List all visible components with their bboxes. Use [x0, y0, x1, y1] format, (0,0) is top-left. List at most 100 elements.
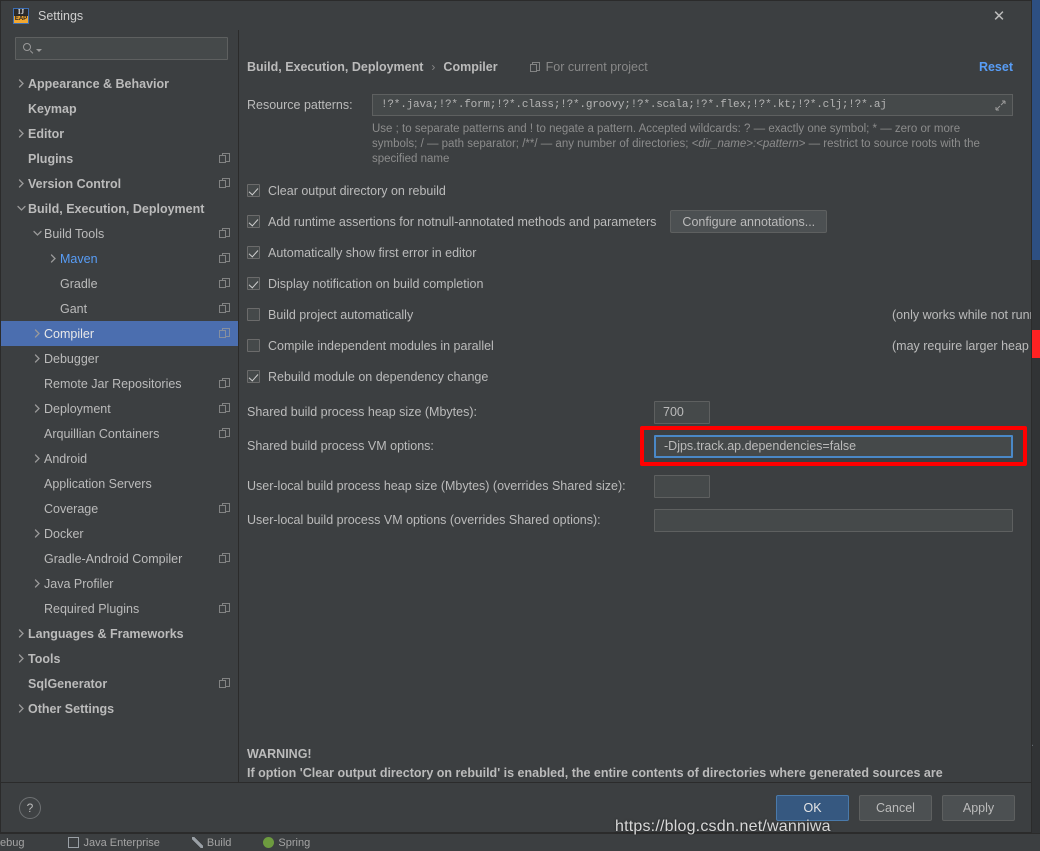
chevron-right-icon[interactable]: [47, 254, 60, 263]
help-icon[interactable]: ?: [19, 796, 41, 819]
checkbox-add-runtime-assertions-for-notnull-annotated-methods-and-parameters[interactable]: [247, 215, 260, 228]
checkbox-automatically-show-first-error-in-editor[interactable]: [247, 246, 260, 259]
sidebar-item-compiler[interactable]: Compiler: [1, 321, 238, 346]
sidebar-item-version-control[interactable]: Version Control: [1, 171, 238, 196]
sidebar-item-plugins[interactable]: Plugins: [1, 146, 238, 171]
search-input[interactable]: [42, 40, 221, 57]
breadcrumb-current: Compiler: [443, 60, 498, 74]
input-user-local-build-process-heap-size-mbytes-overri[interactable]: [661, 478, 703, 494]
chevron-right-icon[interactable]: [15, 704, 28, 713]
chevron-down-icon[interactable]: [15, 205, 28, 212]
input-shared-build-process-vm-options[interactable]: [662, 438, 1005, 454]
close-icon[interactable]: ✕: [981, 1, 1017, 30]
checkbox-build-project-automatically[interactable]: [247, 308, 260, 321]
sidebar-item-build-execution-deployment[interactable]: Build, Execution, Deployment: [1, 196, 238, 221]
apply-button[interactable]: Apply: [942, 794, 1015, 821]
field-row-user-local-build-process-vm-options-overrides-sh: User-local build process VM options (ove…: [247, 508, 1013, 532]
search-box[interactable]: [15, 37, 228, 60]
build-process-fields: Shared build process heap size (Mbytes):…: [247, 400, 1027, 532]
checkbox-label[interactable]: Clear output directory on rebuild: [268, 184, 446, 198]
checkbox-label[interactable]: Add runtime assertions for notnull-annot…: [268, 215, 656, 229]
chevron-right-icon[interactable]: [15, 179, 28, 188]
sidebar-item-maven[interactable]: Maven: [1, 246, 238, 271]
checkbox-compile-independent-modules-in-parallel[interactable]: [247, 339, 260, 352]
sidebar-item-coverage[interactable]: Coverage: [1, 496, 238, 521]
sidebar-item-appearance-behavior[interactable]: Appearance & Behavior: [1, 71, 238, 96]
warning-block: WARNING! If option 'Clear output directo…: [247, 745, 1007, 782]
chevron-right-icon[interactable]: [15, 654, 28, 663]
breadcrumb-parent[interactable]: Build, Execution, Deployment: [247, 60, 423, 74]
chevron-down-icon[interactable]: [31, 230, 44, 237]
chevron-right-icon[interactable]: [15, 79, 28, 88]
checkbox-label[interactable]: Automatically show first error in editor: [268, 246, 476, 260]
chevron-right-icon[interactable]: [31, 454, 44, 463]
sidebar-item-label: Plugins: [28, 151, 74, 166]
resource-patterns-input[interactable]: [379, 98, 995, 112]
checkbox-rebuild-module-on-dependency-change[interactable]: [247, 370, 260, 383]
input-user-local-build-process-vm-options-overrides-sh[interactable]: [661, 512, 1006, 528]
chevron-right-icon[interactable]: [31, 404, 44, 413]
sidebar-item-label: Keymap: [28, 101, 77, 116]
reset-link[interactable]: Reset: [979, 60, 1013, 74]
chevron-right-icon[interactable]: [31, 329, 44, 338]
checkbox-label[interactable]: Build project automatically: [268, 308, 413, 322]
scope-indicator: For current project: [529, 60, 648, 74]
sidebar-item-label: Tools: [28, 651, 61, 666]
textfield-shared-build-process-heap-size-mbytes[interactable]: [654, 400, 710, 424]
sidebar-item-editor[interactable]: Editor: [1, 121, 238, 146]
sidebar-item-label: Required Plugins: [44, 601, 140, 616]
sidebar-item-java-profiler[interactable]: Java Profiler: [1, 571, 238, 596]
breadcrumb: Build, Execution, Deployment › Compiler …: [247, 60, 1013, 74]
configure-annotations-button[interactable]: Configure annotations...: [670, 210, 828, 233]
sidebar-item-keymap[interactable]: Keymap: [1, 96, 238, 121]
sidebar-item-other-settings[interactable]: Other Settings: [1, 696, 238, 721]
textfield-shared-build-process-vm-options[interactable]: [654, 434, 1013, 458]
chevron-right-icon[interactable]: [31, 354, 44, 363]
taskbar-item-debug[interactable]: ebug: [0, 837, 24, 849]
chevron-right-icon[interactable]: [31, 579, 44, 588]
cancel-button[interactable]: Cancel: [859, 794, 932, 821]
sidebar-item-build-tools[interactable]: Build Tools: [1, 221, 238, 246]
sidebar-item-application-servers[interactable]: Application Servers: [1, 471, 238, 496]
field-label: User-local build process VM options (ove…: [247, 513, 601, 527]
checkbox-label[interactable]: Compile independent modules in parallel: [268, 339, 494, 353]
checkbox-label[interactable]: Rebuild module on dependency change: [268, 370, 488, 384]
chevron-right-icon[interactable]: [15, 629, 28, 638]
sidebar-item-tools[interactable]: Tools: [1, 646, 238, 671]
ok-button[interactable]: OK: [776, 794, 849, 821]
sidebar-item-android[interactable]: Android: [1, 446, 238, 471]
sidebar-item-remote-jar-repositories[interactable]: Remote Jar Repositories: [1, 371, 238, 396]
taskbar-item-build[interactable]: Build: [191, 837, 231, 849]
field-label: Shared build process VM options:: [247, 439, 434, 453]
sidebar-item-label: Application Servers: [44, 476, 152, 491]
sidebar-item-debugger[interactable]: Debugger: [1, 346, 238, 371]
spring-icon: [263, 837, 275, 848]
field-label: User-local build process heap size (Mbyt…: [247, 479, 626, 493]
sidebar-item-languages-frameworks[interactable]: Languages & Frameworks: [1, 621, 238, 646]
input-shared-build-process-heap-size-mbytes[interactable]: [661, 404, 703, 420]
resource-patterns-field[interactable]: [372, 94, 1013, 116]
chevron-right-icon[interactable]: [15, 129, 28, 138]
chevron-right-icon[interactable]: [31, 529, 44, 538]
checkbox-display-notification-on-build-completion[interactable]: [247, 277, 260, 290]
sidebar-item-gant[interactable]: Gant: [1, 296, 238, 321]
taskbar-item-java-enterprise[interactable]: Java Enterprise: [68, 837, 160, 849]
sidebar-item-sqlgenerator[interactable]: SqlGenerator: [1, 671, 238, 696]
expand-icon[interactable]: [995, 100, 1006, 111]
sidebar-item-label: SqlGenerator: [28, 676, 108, 691]
textfield-user-local-build-process-vm-options-overrides-sh[interactable]: [654, 508, 1013, 532]
sidebar-item-gradle[interactable]: Gradle: [1, 271, 238, 296]
project-scope-icon: [219, 253, 230, 264]
sidebar-item-deployment[interactable]: Deployment: [1, 396, 238, 421]
taskbar-item-spring[interactable]: Spring: [263, 837, 310, 849]
taskbar-label-0: ebug: [0, 836, 25, 849]
checkbox-clear-output-directory-on-rebuild[interactable]: [247, 184, 260, 197]
checkbox-label[interactable]: Display notification on build completion: [268, 277, 483, 291]
sidebar-item-docker[interactable]: Docker: [1, 521, 238, 546]
sidebar-item-label: Gradle-Android Compiler: [44, 551, 183, 566]
sidebar-item-label: Docker: [44, 526, 84, 541]
sidebar-item-arquillian-containers[interactable]: Arquillian Containers: [1, 421, 238, 446]
sidebar-item-required-plugins[interactable]: Required Plugins: [1, 596, 238, 621]
sidebar-item-gradle-android-compiler[interactable]: Gradle-Android Compiler: [1, 546, 238, 571]
textfield-user-local-build-process-heap-size-mbytes-overri[interactable]: [654, 474, 710, 498]
